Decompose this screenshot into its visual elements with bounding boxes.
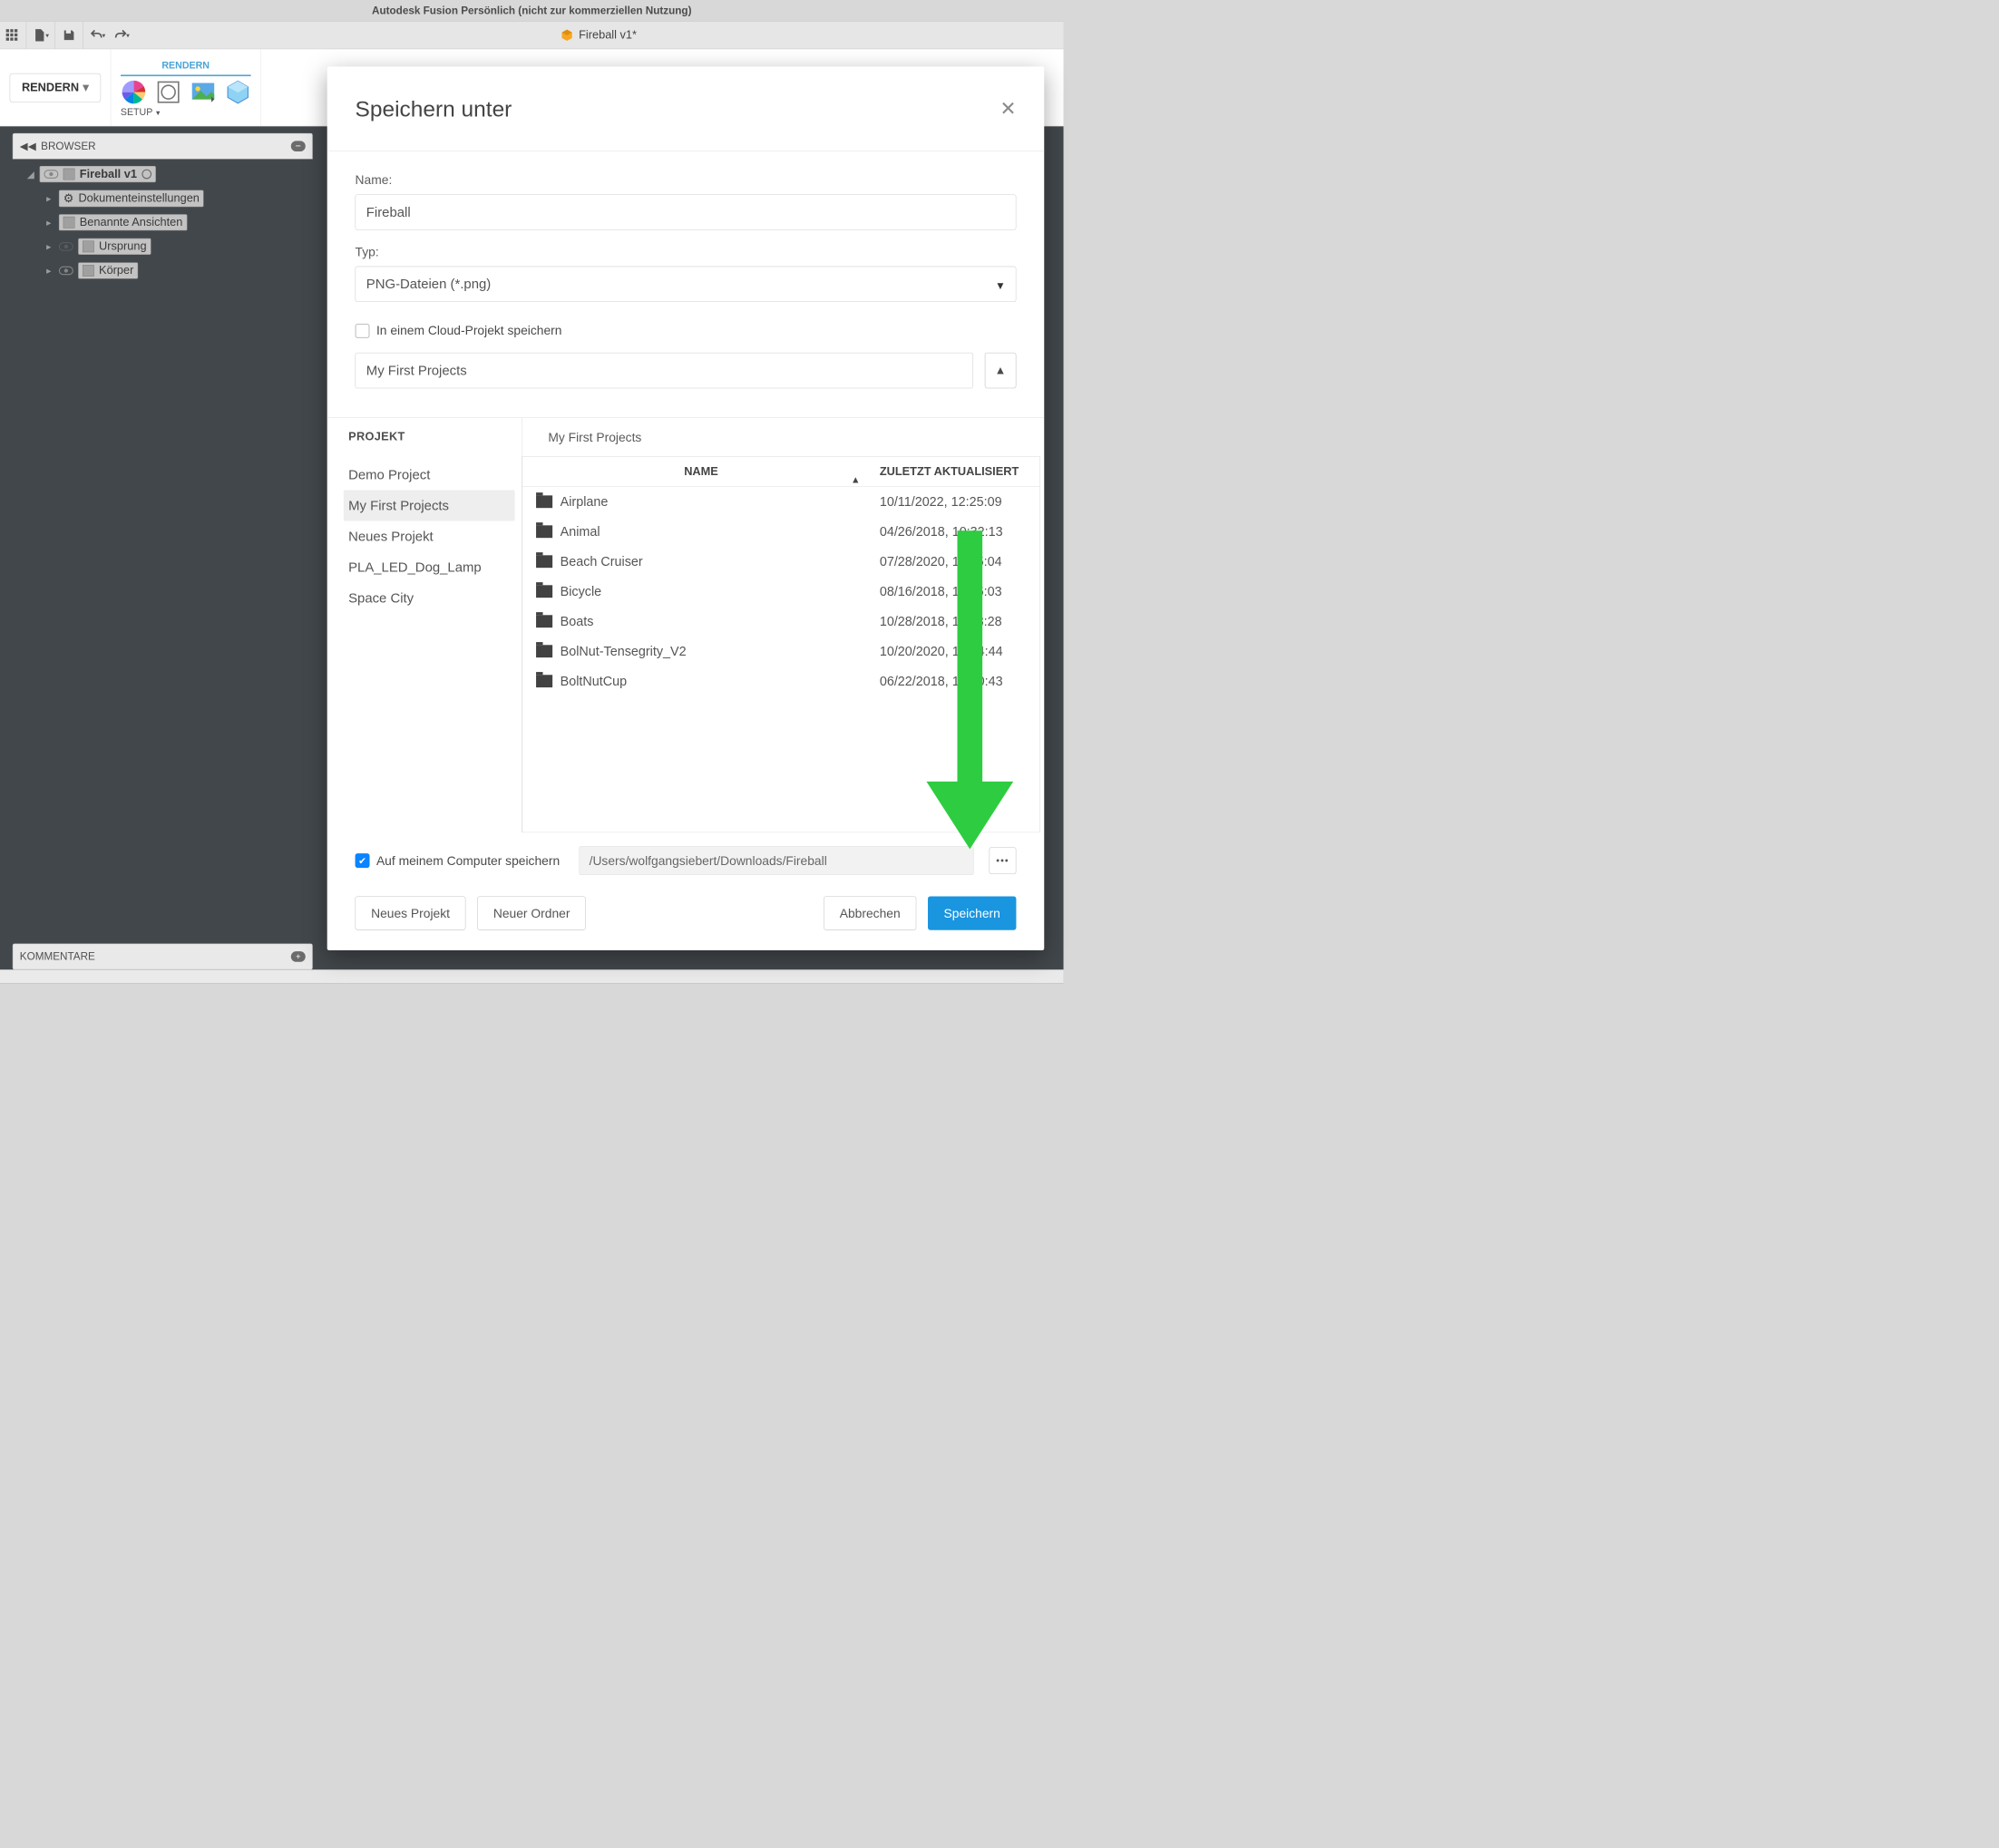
browse-button[interactable]: •••: [990, 847, 1017, 874]
file-row[interactable]: Bicycle08/16/2018, 11:45:03: [522, 577, 1039, 607]
project-item[interactable]: Demo Project: [344, 459, 515, 490]
expand-icon[interactable]: ▸: [46, 240, 54, 252]
comments-panel-header[interactable]: KOMMENTARE +: [13, 944, 313, 970]
ribbon-group-label: SETUP: [121, 107, 152, 118]
breadcrumb[interactable]: My First Projects: [522, 418, 1045, 457]
expand-icon[interactable]: ▸: [46, 265, 54, 277]
folder-icon: [536, 645, 552, 657]
chevron-up-icon: ▲: [995, 364, 1007, 377]
file-table: NAME▲ ZULETZT AKTUALISIERT Airplane10/11…: [522, 456, 1040, 832]
redo-icon[interactable]: ▾: [110, 24, 134, 46]
cloud-save-label: In einem Cloud-Projekt speichern: [376, 323, 562, 337]
component-icon: [63, 169, 75, 180]
folder-icon: [536, 675, 552, 687]
column-date-header[interactable]: ZULETZT AKTUALISIERT: [880, 465, 1040, 479]
sort-asc-icon: ▲: [851, 474, 861, 485]
collapse-left-icon[interactable]: ◀◀: [20, 140, 36, 152]
save-pc-label: Auf meinem Computer speichern: [376, 853, 560, 868]
render-image-icon[interactable]: [190, 79, 216, 105]
minimize-icon[interactable]: −: [291, 141, 306, 151]
new-folder-button[interactable]: Neuer Ordner: [477, 896, 586, 929]
undo-icon[interactable]: ▾: [85, 24, 110, 46]
visibility-off-icon[interactable]: [59, 242, 73, 251]
dialog-title: Speichern unter: [356, 96, 512, 122]
window-titlebar: Autodesk Fusion Persönlich (nicht zur ko…: [0, 0, 1064, 21]
folder-icon: [63, 217, 75, 229]
file-row[interactable]: BolNut-Tensegrity_V210/20/2020, 12:04:44: [522, 637, 1039, 666]
folder-icon: [536, 585, 552, 598]
browser-tree: ◢ Fireball v1 ▸⚙Dokumenteinstellungen ▸B…: [13, 160, 313, 283]
new-project-button[interactable]: Neues Projekt: [356, 896, 466, 929]
expand-icon[interactable]: ▸: [46, 192, 54, 204]
save-as-dialog: Speichern unter ✕ Name: Typ: ▼ In einem …: [327, 66, 1045, 950]
collapse-up-button[interactable]: ▲: [985, 353, 1017, 388]
project-item[interactable]: My First Projects: [344, 491, 515, 521]
save-icon[interactable]: [57, 24, 82, 46]
name-label: Name:: [356, 172, 1017, 187]
folder-icon: [536, 495, 552, 508]
save-path-field[interactable]: /Users/wolfgangsiebert/Downloads/Firebal…: [579, 846, 973, 875]
in-canvas-render-icon[interactable]: [225, 79, 251, 105]
mode-switch-button[interactable]: RENDERN▾: [10, 73, 101, 102]
folder-icon: [536, 615, 552, 627]
grid-icon[interactable]: [0, 24, 24, 46]
appearance-icon[interactable]: [121, 79, 147, 105]
document-tab-label: Fireball v1*: [579, 28, 637, 42]
visibility-icon[interactable]: [59, 267, 73, 276]
project-item[interactable]: PLA_LED_Dog_Lamp: [344, 552, 515, 583]
tree-item[interactable]: ▸Benannte Ansichten: [13, 210, 313, 235]
document-tab[interactable]: Fireball v1*: [561, 28, 637, 42]
file-icon[interactable]: ▾: [28, 24, 53, 46]
browser-title: BROWSER: [41, 140, 95, 152]
project-sidebar: PROJEKT Demo ProjectMy First ProjectsNeu…: [327, 418, 522, 833]
checkbox-checked-icon[interactable]: ✔: [356, 853, 370, 868]
visibility-icon[interactable]: [44, 170, 58, 179]
tree-item[interactable]: ▸Körper: [13, 258, 313, 283]
folder-icon: [536, 555, 552, 568]
tree-item[interactable]: ▸⚙Dokumenteinstellungen: [13, 186, 313, 210]
window-title: Autodesk Fusion Persönlich (nicht zur ko…: [372, 5, 691, 17]
gear-icon: ⚙: [63, 191, 73, 205]
file-row[interactable]: Boats10/28/2018, 11:18:28: [522, 607, 1039, 637]
folder-icon: [536, 525, 552, 538]
file-row[interactable]: Animal04/26/2018, 10:32:13: [522, 517, 1039, 547]
file-row[interactable]: BoltNutCup06/22/2018, 13:50:43: [522, 666, 1039, 696]
cube-icon: [561, 28, 574, 42]
cloud-project-field[interactable]: [356, 353, 973, 388]
browser-panel: ◀◀ BROWSER − ◢ Fireball v1 ▸⚙Dokumentein…: [13, 133, 313, 283]
file-row[interactable]: Airplane10/11/2022, 12:25:09: [522, 487, 1039, 517]
cloud-save-checkbox-row[interactable]: In einem Cloud-Projekt speichern: [356, 323, 1017, 337]
cancel-button[interactable]: Abbrechen: [824, 896, 916, 929]
project-header: PROJEKT: [344, 431, 522, 444]
radio-icon[interactable]: [141, 170, 151, 180]
name-input[interactable]: [356, 194, 1017, 229]
quick-access-toolbar: ▾ ▾ ▾ Fireball v1*: [0, 21, 1064, 49]
type-label: Typ:: [356, 245, 1017, 259]
bodies-icon: [83, 265, 94, 277]
browser-panel-header[interactable]: ◀◀ BROWSER −: [13, 133, 313, 160]
project-item[interactable]: Space City: [344, 583, 515, 614]
project-item[interactable]: Neues Projekt: [344, 521, 515, 552]
column-name-header[interactable]: NAME▲: [522, 465, 880, 479]
origin-icon: [83, 240, 94, 252]
close-icon[interactable]: ✕: [1000, 98, 1017, 120]
ribbon-tab-render[interactable]: RENDERN: [161, 61, 210, 72]
file-row[interactable]: Beach Cruiser07/28/2020, 11:15:04: [522, 547, 1039, 577]
tree-item[interactable]: ▸Ursprung: [13, 235, 313, 259]
save-button[interactable]: Speichern: [928, 896, 1016, 929]
timeline-bar[interactable]: [0, 969, 1064, 983]
comments-title: KOMMENTARE: [20, 950, 95, 963]
type-select[interactable]: [356, 267, 1017, 302]
checkbox-unchecked-icon[interactable]: [356, 324, 370, 338]
add-icon[interactable]: +: [291, 951, 306, 962]
tree-root[interactable]: ◢ Fireball v1: [13, 162, 313, 187]
expand-icon[interactable]: ◢: [27, 168, 35, 180]
scene-settings-icon[interactable]: [155, 79, 181, 105]
expand-icon[interactable]: ▸: [46, 217, 54, 229]
